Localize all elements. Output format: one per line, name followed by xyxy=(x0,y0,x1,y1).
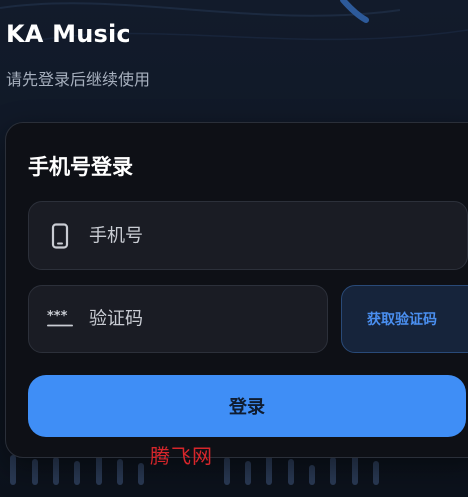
equalizer-bar xyxy=(96,455,102,485)
login-button[interactable]: 登录 xyxy=(28,375,466,437)
equalizer-bar xyxy=(288,459,294,485)
equalizer-bar xyxy=(53,457,59,485)
equalizer-bar xyxy=(138,463,144,485)
phone-input[interactable] xyxy=(89,225,309,246)
equalizer-bar xyxy=(373,461,379,485)
get-verification-code-button[interactable]: 获取验证码 xyxy=(341,285,468,353)
equalizer-bar xyxy=(330,457,336,485)
equalizer-bar xyxy=(266,455,272,485)
equalizer-bar xyxy=(32,459,38,485)
verification-code-input[interactable] xyxy=(89,308,309,330)
password-dots-icon: *** xyxy=(47,305,73,333)
watermark: 腾飞网 xyxy=(150,444,213,468)
equalizer-bar xyxy=(309,465,315,485)
login-prompt-subtitle: 请先登录后继续使用 xyxy=(6,70,151,89)
svg-text:***: *** xyxy=(47,309,68,324)
login-card: 手机号登录 *** 获取验证码 登录 xyxy=(5,122,468,458)
card-title: 手机号登录 xyxy=(28,155,133,179)
equalizer-bar xyxy=(117,459,123,485)
equalizer-bar xyxy=(224,457,230,485)
verification-code-field[interactable]: *** xyxy=(28,285,328,353)
equalizer-bar xyxy=(74,461,80,485)
phone-field[interactable] xyxy=(28,201,468,270)
equalizer-bar xyxy=(245,461,251,485)
equalizer-bar xyxy=(352,455,358,485)
smartphone-icon xyxy=(47,222,73,250)
equalizer-bar xyxy=(10,455,16,485)
app-title: KA Music xyxy=(6,20,131,48)
